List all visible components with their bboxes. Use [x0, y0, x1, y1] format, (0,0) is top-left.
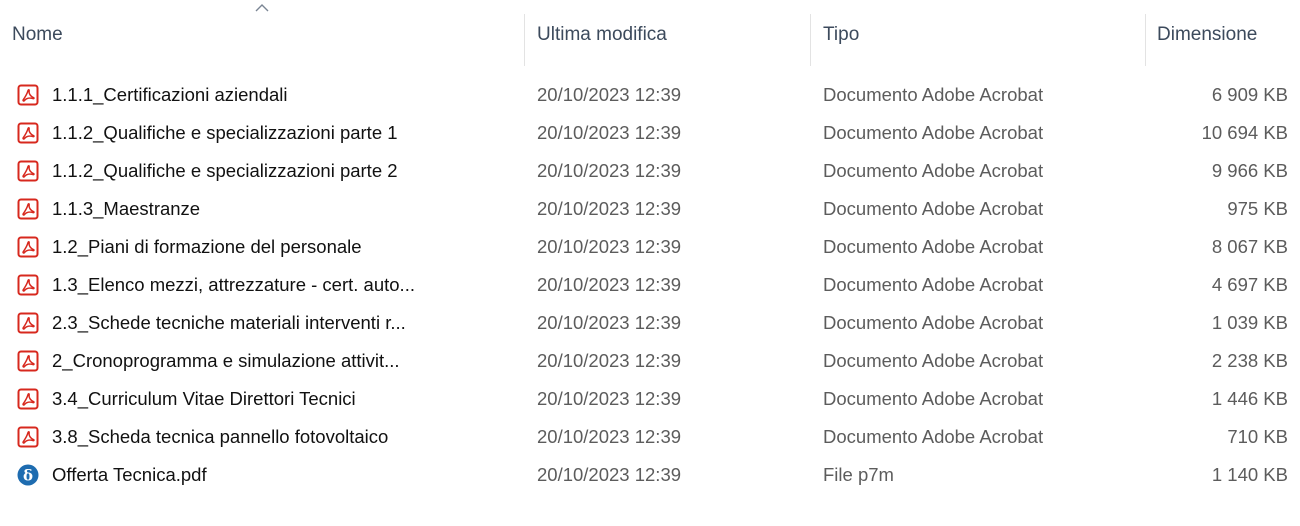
file-name: 3.8_Scheda tecnica pannello fotovoltaico — [52, 426, 389, 447]
file-modified: 20/10/2023 12:39 — [537, 464, 682, 485]
file-row[interactable]: 1.1.2_Qualifiche e specializzazioni part… — [0, 114, 1300, 152]
file-size: 6 909 KB — [1211, 84, 1288, 105]
column-header-name[interactable]: Nome — [12, 0, 517, 70]
file-row[interactable]: δ Offerta Tecnica.pdf 20/10/2023 12:39 Fil… — [0, 456, 1300, 494]
file-modified: 20/10/2023 12:39 — [537, 388, 682, 409]
pdf-icon — [16, 273, 40, 297]
column-header-name-label: Nome — [12, 24, 63, 45]
file-size: 4 697 KB — [1211, 274, 1288, 295]
pdf-icon — [16, 235, 40, 259]
file-name: 1.2_Piani di formazione del personale — [52, 236, 362, 257]
file-row[interactable]: 1.1.1_Certificazioni aziendali 20/10/2023… — [0, 76, 1300, 114]
file-size: 1 039 KB — [1211, 312, 1288, 333]
file-name: 1.1.2_Qualifiche e specializzazioni part… — [52, 122, 398, 143]
column-divider[interactable] — [524, 14, 525, 66]
file-size: 10 694 KB — [1201, 122, 1288, 143]
file-row[interactable]: 1.2_Piani di formazione del personale 20/… — [0, 228, 1300, 266]
file-row[interactable]: 3.8_Scheda tecnica pannello fotovoltaico… — [0, 418, 1300, 456]
file-name: 1.1.1_Certificazioni aziendali — [52, 84, 288, 105]
file-size: 2 238 KB — [1211, 350, 1288, 371]
file-type: Documento Adobe Acrobat — [823, 160, 1044, 181]
file-size: 975 KB — [1227, 198, 1288, 219]
file-modified: 20/10/2023 12:39 — [537, 350, 682, 371]
pdf-icon — [16, 121, 40, 145]
file-name: Offerta Tecnica.pdf — [52, 464, 207, 485]
pdf-icon — [16, 311, 40, 335]
file-type: Documento Adobe Acrobat — [823, 350, 1044, 371]
file-size: 1 446 KB — [1211, 388, 1288, 409]
file-size: 9 966 KB — [1211, 160, 1288, 181]
file-type: Documento Adobe Acrobat — [823, 388, 1044, 409]
file-type: Documento Adobe Acrobat — [823, 84, 1044, 105]
file-name: 2.3_Schede tecniche materiali interventi… — [52, 312, 406, 333]
file-type: Documento Adobe Acrobat — [823, 236, 1044, 257]
pdf-icon — [16, 425, 40, 449]
column-header-size-label: Dimensione — [1157, 24, 1258, 45]
file-type: Documento Adobe Acrobat — [823, 426, 1044, 447]
column-divider[interactable] — [1145, 14, 1146, 66]
file-name: 3.4_Curriculum Vitae Direttori Tecnici — [52, 388, 356, 409]
file-name: 1.1.3_Maestranze — [52, 198, 201, 219]
pdf-icon — [16, 197, 40, 221]
file-name: 1.3_Elenco mezzi, attrezzature - cert. a… — [52, 274, 415, 295]
file-row[interactable]: 1.1.3_Maestranze 20/10/2023 12:39 Document… — [0, 190, 1300, 228]
column-header-modified[interactable]: Ultima modifica — [537, 0, 807, 70]
file-row[interactable]: 3.4_Curriculum Vitae Direttori Tecnici 20… — [0, 380, 1300, 418]
file-row[interactable]: 1.1.2_Qualifiche e specializzazioni part… — [0, 152, 1300, 190]
file-modified: 20/10/2023 12:39 — [537, 426, 682, 447]
column-header-type-label: Tipo — [823, 24, 860, 45]
file-type: File p7m — [823, 464, 894, 485]
file-row[interactable]: 2.3_Schede tecniche materiali interventi… — [0, 304, 1300, 342]
file-modified: 20/10/2023 12:39 — [537, 274, 682, 295]
file-type: Documento Adobe Acrobat — [823, 122, 1044, 143]
column-header-modified-label: Ultima modifica — [537, 24, 667, 45]
file-modified: 20/10/2023 12:39 — [537, 236, 682, 257]
svg-text:δ: δ — [23, 467, 33, 485]
file-list: 1.1.1_Certificazioni aziendali 20/10/2023… — [0, 76, 1300, 494]
file-modified: 20/10/2023 12:39 — [537, 198, 682, 219]
file-modified: 20/10/2023 12:39 — [537, 84, 682, 105]
pdf-icon — [16, 387, 40, 411]
file-name: 2_Cronoprogramma e simulazione attivit..… — [52, 350, 400, 371]
column-header-type[interactable]: Tipo — [823, 0, 1138, 70]
file-size: 1 140 KB — [1211, 464, 1288, 485]
pdf-icon — [16, 159, 40, 183]
column-header-size[interactable]: Dimensione — [1157, 0, 1295, 70]
p7m-signed-file-icon: δ — [16, 463, 40, 487]
file-type: Documento Adobe Acrobat — [823, 312, 1044, 333]
file-type: Documento Adobe Acrobat — [823, 274, 1044, 295]
file-modified: 20/10/2023 12:39 — [537, 160, 682, 181]
file-size: 8 067 KB — [1211, 236, 1288, 257]
pdf-icon — [16, 83, 40, 107]
column-divider[interactable] — [810, 14, 811, 66]
column-header-row: Nome Ultima modifica Tipo Dimensione — [0, 0, 1300, 70]
file-size: 710 KB — [1227, 426, 1288, 447]
pdf-icon — [16, 349, 40, 373]
file-row[interactable]: 2_Cronoprogramma e simulazione attivit..… — [0, 342, 1300, 380]
file-modified: 20/10/2023 12:39 — [537, 312, 682, 333]
file-name: 1.1.2_Qualifiche e specializzazioni part… — [52, 160, 398, 181]
file-row[interactable]: 1.3_Elenco mezzi, attrezzature - cert. a… — [0, 266, 1300, 304]
file-type: Documento Adobe Acrobat — [823, 198, 1044, 219]
file-modified: 20/10/2023 12:39 — [537, 122, 682, 143]
